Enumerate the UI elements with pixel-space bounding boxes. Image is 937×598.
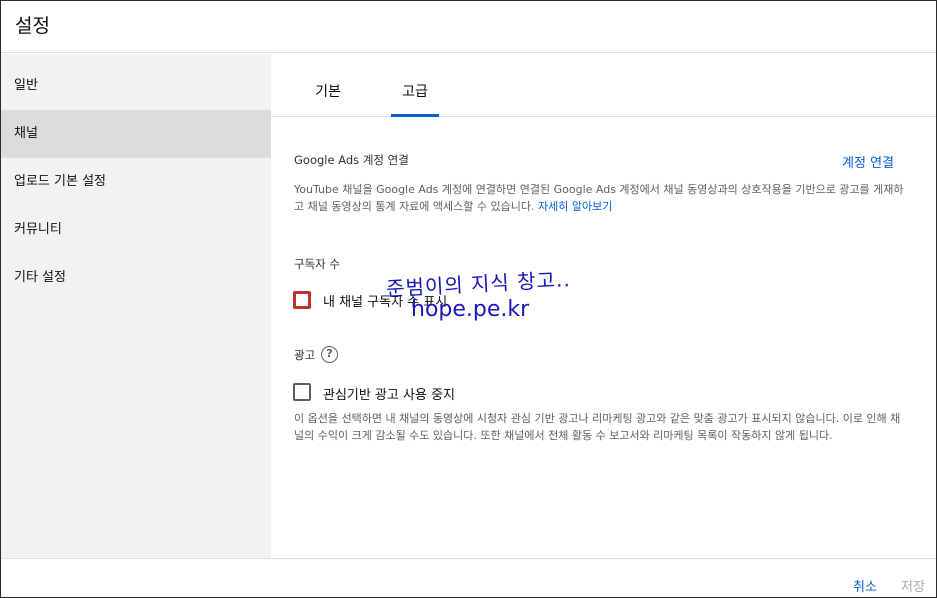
cancel-button[interactable]: 취소 xyxy=(853,576,877,595)
interest-based-ads-checkbox[interactable] xyxy=(293,383,311,401)
sidebar-item-upload-defaults[interactable]: 업로드 기본 설정 xyxy=(1,158,271,206)
tab-bar: 기본 고급 xyxy=(271,54,936,117)
ads-description: 이 옵션을 선택하면 내 채널의 동영상에 시청자 관심 기반 광고나 리마케팅… xyxy=(294,412,901,442)
sidebar-item-other-settings[interactable]: 기타 설정 xyxy=(1,254,271,302)
learn-more-link[interactable]: 자세히 알아보기 xyxy=(538,200,612,213)
sidebar-item-channel[interactable]: 채널 xyxy=(1,110,271,158)
google-ads-description: YouTube 채널을 Google Ads 계정에 연결하면 연결된 Goog… xyxy=(294,181,906,215)
subscriber-count-checkbox[interactable] xyxy=(293,291,311,309)
help-icon[interactable]: ? xyxy=(321,346,338,363)
dialog-title: 설정 xyxy=(15,15,50,37)
sidebar-item-community[interactable]: 커뮤니티 xyxy=(1,206,271,254)
link-account-button[interactable]: 계정 연결 xyxy=(842,152,894,171)
google-ads-title: Google Ads 계정 연결 xyxy=(294,153,409,167)
tab-advanced[interactable]: 고급 xyxy=(391,54,439,117)
tab-basic[interactable]: 기본 xyxy=(303,54,353,117)
sidebar-item-general[interactable]: 일반 xyxy=(1,62,271,110)
settings-sidebar: 일반 채널 업로드 기본 설정 커뮤니티 기타 설정 xyxy=(1,54,271,558)
settings-main: 기본 고급 Google Ads 계정 연결 계정 연결 YouTube 채널을… xyxy=(271,54,936,558)
ads-title: 광고 xyxy=(294,348,316,362)
active-tab-indicator xyxy=(391,114,439,117)
watermark-url: hope.pe.kr xyxy=(411,297,530,322)
dialog-footer: 취소 저장 xyxy=(1,558,936,598)
interest-based-ads-label: 관심기반 광고 사용 중지 xyxy=(323,388,455,403)
dialog-header: 설정 xyxy=(1,1,936,53)
save-button[interactable]: 저장 xyxy=(901,576,925,595)
subscriber-count-title: 구독자 수 xyxy=(294,257,340,271)
